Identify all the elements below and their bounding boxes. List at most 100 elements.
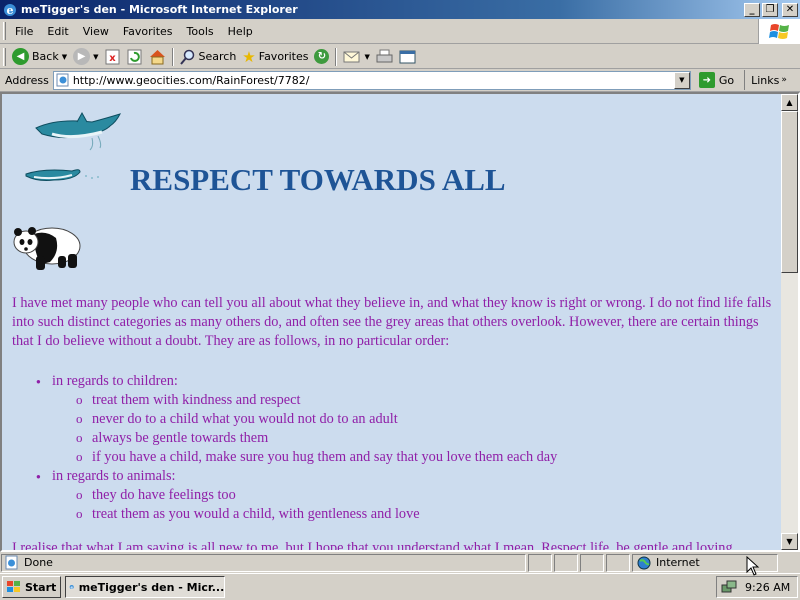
links-button[interactable]: Links »: [744, 70, 791, 90]
scroll-down-button[interactable]: ▼: [781, 533, 798, 550]
menu-edit[interactable]: Edit: [41, 25, 76, 38]
list-item: they do have feelings too: [52, 485, 772, 505]
back-arrow-icon: ◀: [12, 48, 29, 65]
status-panel: [554, 553, 578, 572]
window-titlebar[interactable]: e meTigger's den - Microsoft Internet Ex…: [0, 0, 800, 19]
menu-favorites[interactable]: Favorites: [117, 25, 181, 38]
close-button[interactable]: ✕: [782, 2, 798, 17]
start-button[interactable]: Start: [2, 576, 62, 598]
minimize-icon: _: [749, 3, 755, 15]
taskbar: Start e meTigger's den - Micr... 9:26 AM: [0, 573, 800, 600]
forward-dropdown-icon[interactable]: ▼: [93, 53, 98, 61]
home-button[interactable]: [146, 47, 169, 67]
status-panel: [580, 553, 604, 572]
zone-text: Internet: [656, 556, 700, 569]
mail-dropdown-icon[interactable]: ▼: [364, 53, 369, 61]
back-dropdown-icon[interactable]: ▼: [62, 53, 67, 61]
cutoff-paragraph: I realise that what I am saying is all n…: [12, 540, 733, 550]
favorites-label: Favorites: [258, 50, 309, 63]
home-icon: [149, 49, 165, 64]
address-bar: Address ▼ ➜ Go Links »: [0, 69, 800, 92]
chevron-down-icon: ▼: [679, 76, 685, 84]
toolbar-grip[interactable]: [3, 47, 6, 66]
address-dropdown-button[interactable]: ▼: [673, 71, 690, 89]
windows-logo-icon: [758, 19, 800, 44]
list-item: treat them as you would a child, with ge…: [52, 504, 772, 524]
page-content: RESPECT TOWARDS ALL I have met many peop…: [2, 94, 781, 550]
search-button[interactable]: Search: [177, 47, 240, 67]
status-text: Done: [24, 556, 53, 569]
media-button[interactable]: ↻: [311, 47, 332, 67]
belief-list: in regards to children: treat them with …: [12, 372, 772, 524]
list-item: in regards to children: treat them with …: [12, 372, 772, 467]
forward-arrow-icon: ▶: [73, 48, 91, 65]
mail-button[interactable]: ▼: [340, 47, 372, 67]
menu-file[interactable]: File: [9, 25, 41, 38]
restore-icon: ❐: [765, 3, 775, 15]
print-button[interactable]: [373, 47, 396, 67]
stop-button[interactable]: x: [102, 47, 124, 67]
menu-help[interactable]: Help: [222, 25, 261, 38]
back-label: Back: [32, 50, 59, 63]
restore-button[interactable]: ❐: [762, 2, 778, 17]
close-icon: ✕: [785, 3, 795, 15]
window-title: meTigger's den - Microsoft Internet Expl…: [21, 3, 298, 16]
list-group-label: in regards to animals:: [52, 468, 176, 484]
status-panel: [528, 553, 552, 572]
chevron-right-icon: »: [781, 75, 787, 85]
search-icon: [179, 49, 194, 65]
taskbar-window-button[interactable]: e meTigger's den - Micr...: [65, 576, 226, 598]
start-label: Start: [25, 580, 57, 594]
svg-text:e: e: [7, 4, 14, 17]
favorites-button[interactable]: ★ Favorites: [239, 47, 311, 67]
clock[interactable]: 9:26 AM: [745, 581, 790, 594]
go-button[interactable]: ➜ Go: [695, 70, 738, 90]
scroll-thumb[interactable]: [781, 111, 798, 273]
menu-bar: File Edit View Favorites Tools Help: [0, 19, 800, 44]
address-field[interactable]: ▼: [52, 70, 691, 90]
network-icon[interactable]: [721, 579, 737, 595]
star-icon: ★: [242, 47, 256, 66]
arrow-down-icon: ▼: [786, 537, 793, 546]
go-label: Go: [718, 73, 735, 87]
list-item: treat them with kindness and respect: [52, 390, 772, 410]
page-done-icon: [5, 555, 18, 569]
intro-paragraph: I have met many people who can tell you …: [12, 295, 772, 349]
toolbar-separator: [171, 47, 174, 66]
mouse-cursor-icon: [746, 556, 760, 576]
system-tray: 9:26 AM: [716, 576, 798, 598]
status-bar: Done Internet: [0, 552, 800, 573]
scroll-up-button[interactable]: ▲: [781, 94, 798, 111]
address-label: Address: [5, 73, 49, 87]
page-icon: [56, 73, 69, 87]
taskbar-window-label: meTigger's den - Micr...: [78, 580, 225, 594]
links-label: Links: [751, 73, 780, 87]
windows-flag-icon: [7, 581, 20, 592]
menu-view[interactable]: View: [77, 25, 117, 38]
go-arrow-icon: ➜: [698, 72, 715, 88]
list-group-label: in regards to children:: [52, 373, 178, 389]
address-input[interactable]: [72, 73, 663, 87]
toolbar-grip[interactable]: [3, 22, 6, 40]
edit-page-icon: [399, 50, 416, 63]
back-button[interactable]: ◀ Back ▼: [9, 47, 70, 67]
status-panel: Done: [1, 553, 526, 572]
forward-button[interactable]: ▶ ▼: [70, 47, 101, 67]
refresh-button[interactable]: [124, 47, 146, 67]
panda-image: [13, 227, 81, 270]
dolphin-image-small: [25, 169, 99, 181]
edit-button[interactable]: [396, 47, 419, 67]
vertical-scrollbar[interactable]: ▲ ▼: [781, 94, 798, 550]
minimize-button[interactable]: _: [744, 2, 760, 17]
dolphin-image: [35, 111, 121, 151]
ie-icon: e: [4, 3, 16, 17]
list-item: if you have a child, make sure you hug t…: [52, 447, 772, 467]
list-item: always be gentle towards them: [52, 428, 772, 448]
toolbar-separator: [335, 47, 338, 66]
list-item: never do to a child what you would not d…: [52, 409, 772, 429]
list-item: in regards to animals: they do have feel…: [12, 467, 772, 524]
mail-icon: [343, 51, 360, 62]
printer-icon: [376, 49, 393, 62]
standard-toolbar: ◀ Back ▼ ▶ ▼ x Search ★ Favorites ↻ ▼: [0, 45, 800, 69]
menu-tools[interactable]: Tools: [181, 25, 222, 38]
